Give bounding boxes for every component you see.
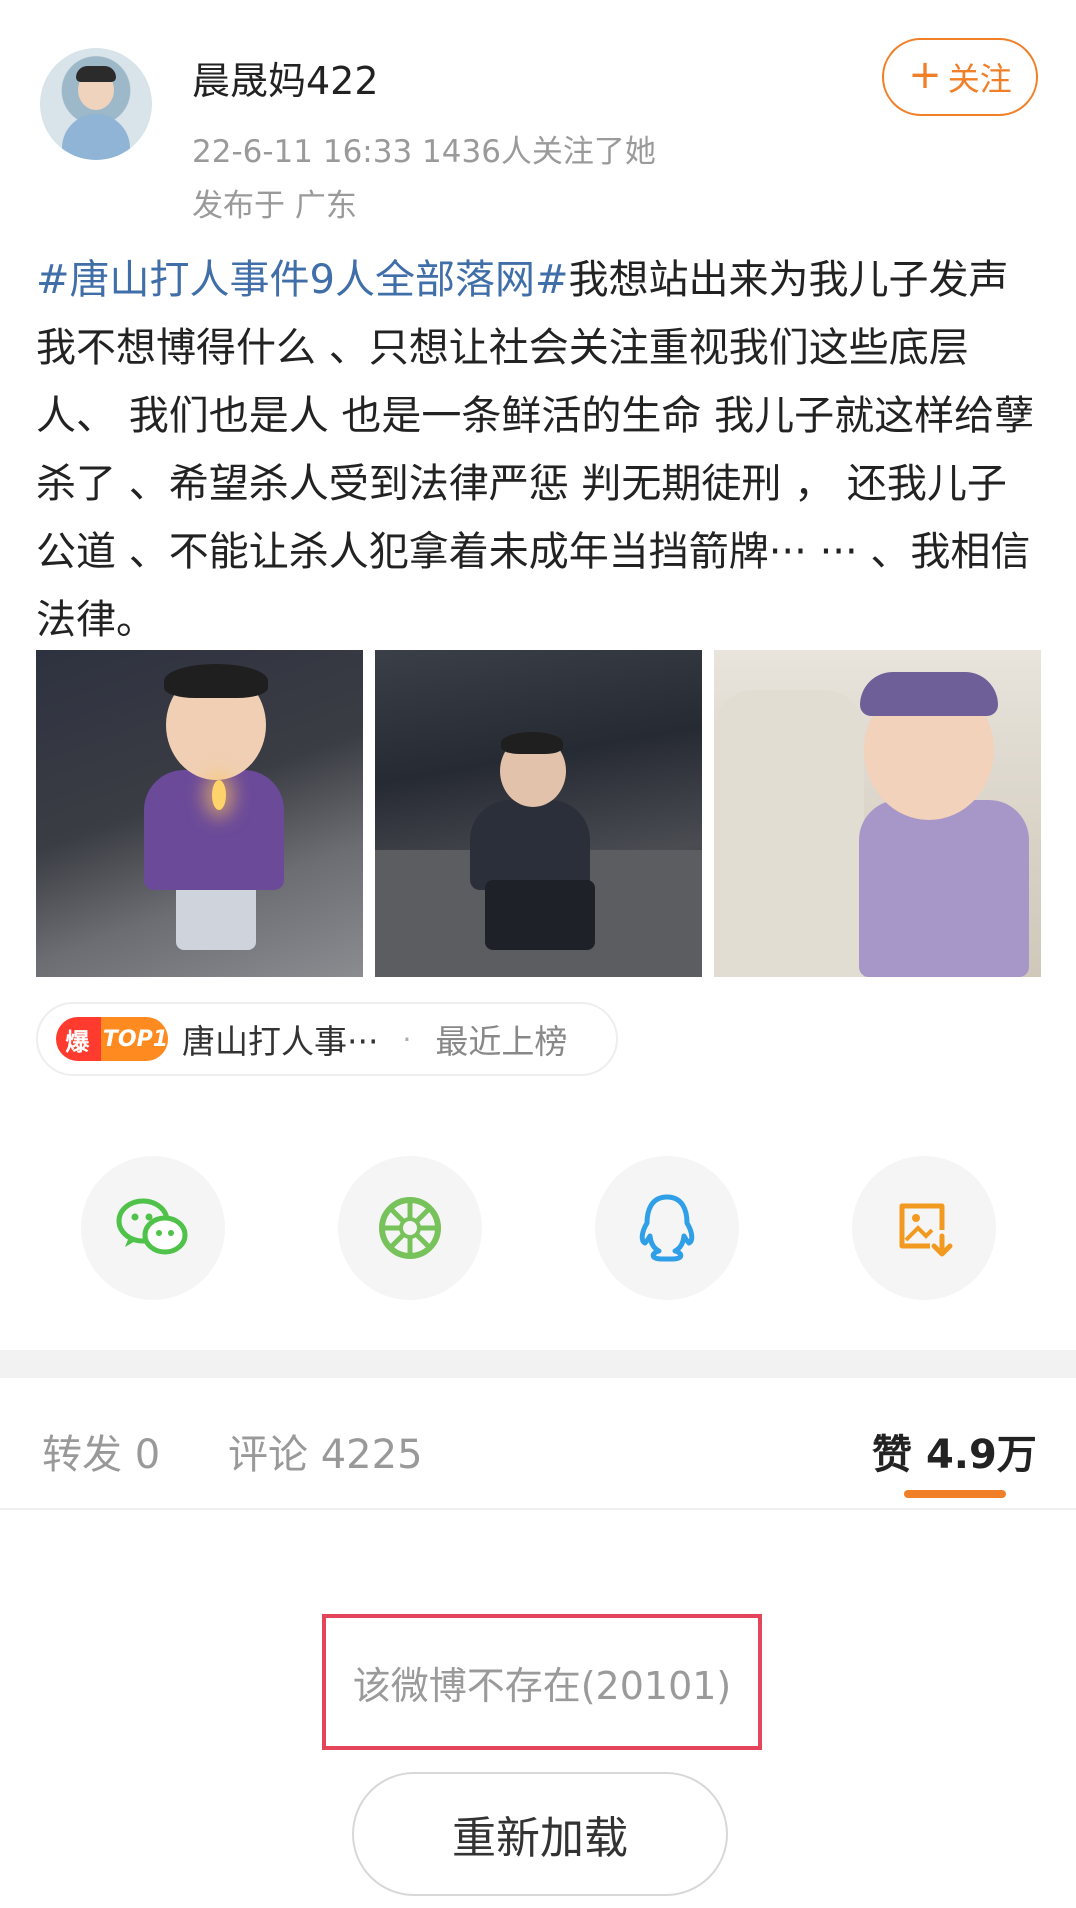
topic-status: 最近上榜	[435, 1022, 568, 1061]
repost-count: 0	[134, 1432, 161, 1478]
hot-badge-rank: TOP1	[102, 1026, 168, 1052]
moments-icon	[379, 1197, 441, 1259]
avatar[interactable]	[40, 48, 152, 160]
topic-separator: ·	[402, 1022, 412, 1056]
error-message: 该微博不存在(20101)	[352, 1663, 732, 1708]
share-wechat-button[interactable]	[81, 1156, 225, 1300]
like-count: 4.9万	[925, 1432, 1037, 1478]
reload-button[interactable]: 重新加载	[352, 1772, 728, 1896]
like-label: 赞	[872, 1432, 912, 1478]
save-image-button[interactable]	[852, 1156, 996, 1300]
follow-button[interactable]: + 关注	[882, 38, 1038, 116]
topic-name: 唐山打人事···	[182, 1022, 379, 1061]
active-tab-indicator	[904, 1490, 1006, 1498]
post-text: #唐山打人事件9人全部落网#我想站出来为我儿子发声 我不想博得什么 、只想让社会…	[36, 246, 1044, 654]
plus-icon: +	[908, 52, 942, 98]
post-location: 发布于 广东	[192, 188, 357, 224]
share-moments-button[interactable]	[338, 1156, 482, 1300]
hashtag-link[interactable]: #唐山打人事件9人全部落网#	[36, 257, 568, 303]
qq-icon	[639, 1194, 695, 1262]
post-photo-2[interactable]	[375, 650, 702, 977]
post-photo-3[interactable]	[714, 650, 1041, 977]
wechat-icon	[116, 1198, 188, 1255]
repost-label: 转发	[42, 1432, 122, 1478]
comment-count: 4225	[320, 1432, 423, 1478]
comment-label: 评论	[228, 1432, 308, 1478]
hot-badge: 爆 TOP1	[56, 1017, 168, 1061]
follow-label: 关注	[947, 60, 1012, 98]
hot-badge-char: 爆	[65, 1027, 90, 1056]
section-divider	[0, 1350, 1076, 1378]
post-meta: 22-6-11 16:33 1436人关注了她	[192, 134, 656, 170]
hot-topic-chip[interactable]: 爆 TOP1 唐山打人事··· · 最近上榜	[36, 1002, 618, 1076]
user-name[interactable]: 晨晟妈422	[192, 50, 379, 105]
save-image-icon	[899, 1203, 953, 1257]
repost-tab[interactable]: 转发 0	[42, 1422, 160, 1480]
post-body: 我想站出来为我儿子发声 我不想博得什么 、只想让社会关注重视我们这些底层人、 我…	[36, 257, 1035, 643]
error-highlight-box: 该微博不存在(20101)	[322, 1614, 762, 1750]
tabs-divider	[0, 1508, 1076, 1510]
like-tab[interactable]: 赞 4.9万	[872, 1422, 1037, 1480]
post-photo-1[interactable]	[36, 650, 363, 977]
share-qq-button[interactable]	[595, 1156, 739, 1300]
comment-tab[interactable]: 评论 4225	[228, 1422, 423, 1480]
